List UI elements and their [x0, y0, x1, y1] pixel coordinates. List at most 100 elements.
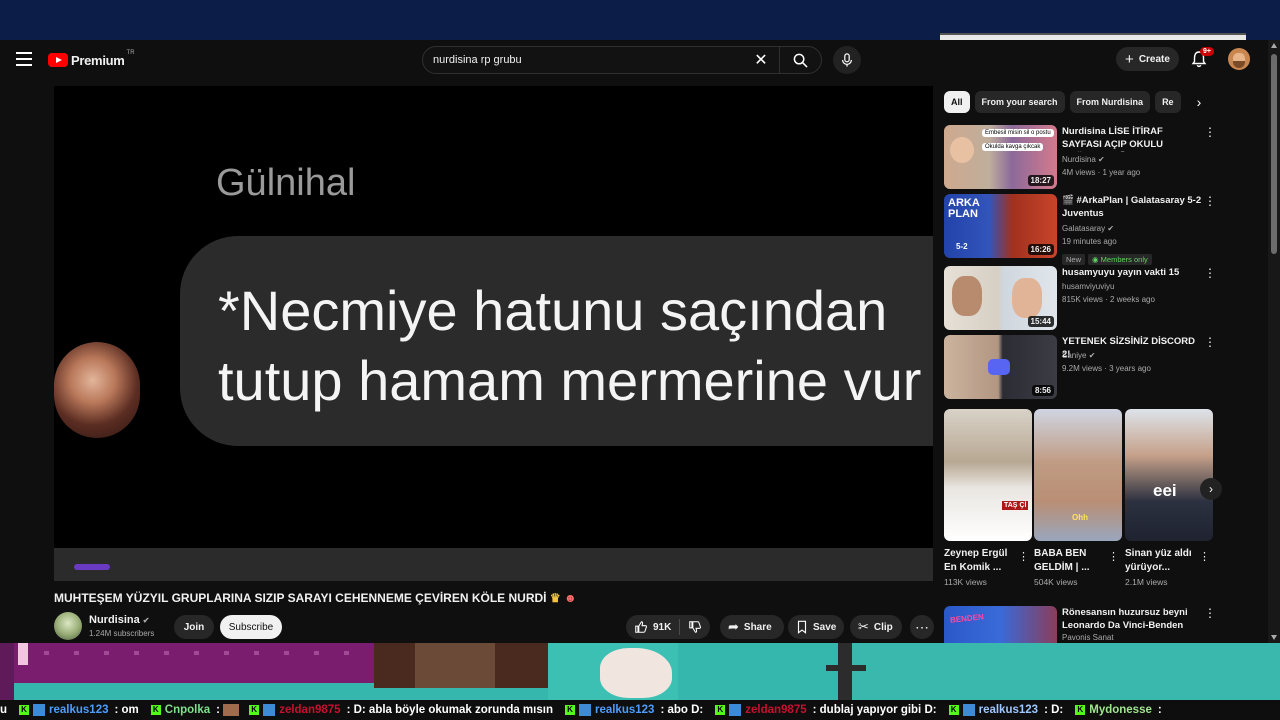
chat-message: abo D:: [667, 704, 704, 716]
recommendation-item[interactable]: BENDEN Rönesansın huzursuz beyni Leonard…: [944, 606, 1220, 643]
more-options-icon[interactable]: ⋮: [1108, 550, 1119, 563]
kick-badge-icon: K: [150, 704, 161, 715]
purple-accent: [74, 564, 110, 570]
channel-name-text[interactable]: Nurdisina: [89, 614, 140, 626]
youtube-premium-logo[interactable]: Premium TR: [48, 50, 135, 70]
short-title[interactable]: Sinan yüz aldı yürüyor...: [1125, 547, 1199, 575]
shorts-next-icon[interactable]: ›: [1200, 478, 1222, 500]
scrollbar-thumb[interactable]: [1271, 54, 1277, 254]
more-options-icon[interactable]: ⋮: [1204, 335, 1216, 349]
join-button[interactable]: Join: [174, 615, 214, 639]
video-title[interactable]: husamyuyu yayın vakti 15: [1062, 266, 1202, 279]
video-thumbnail[interactable]: Embesil misin sil o postu Okulda kavga ç…: [944, 125, 1057, 189]
channel-name[interactable]: Nurdisina ✔: [1062, 155, 1105, 164]
short-thumbnail[interactable]: TAŞ Çİ: [944, 409, 1032, 541]
scroll-down-icon[interactable]: [1271, 635, 1277, 640]
short-overlay-text: TAŞ Çİ: [1002, 501, 1029, 510]
channel-name[interactable]: Galatasaray ✔: [1062, 224, 1114, 233]
page-scrollbar[interactable]: [1268, 40, 1280, 643]
video-meta: 815K views · 2 weeks ago: [1062, 295, 1155, 304]
channel-name-text[interactable]: Nurdisina: [1062, 155, 1096, 164]
video-thumbnail[interactable]: 8:56: [944, 335, 1057, 399]
video-thumbnail[interactable]: BENDEN: [944, 606, 1057, 643]
short-thumbnail[interactable]: eei: [1125, 409, 1213, 541]
clip-button-inner[interactable]: ✂ Clip: [850, 615, 901, 639]
more-options-icon[interactable]: ⋮: [1204, 606, 1216, 620]
channel-name-text[interactable]: Saniye: [1062, 351, 1086, 360]
thumb-caption: BENDEN: [949, 612, 985, 625]
search-input[interactable]: nurdisina rp grubu: [433, 54, 751, 66]
chat-sender-name: Gülnihal: [216, 162, 356, 204]
chip-related[interactable]: Re: [1155, 91, 1181, 113]
more-options-icon[interactable]: ⋮: [1204, 194, 1216, 208]
search-button[interactable]: [779, 47, 821, 73]
more-options-icon[interactable]: ⋮: [1018, 550, 1029, 563]
video-thumbnail[interactable]: 15:44: [944, 266, 1057, 330]
channel-avatar[interactable]: [54, 612, 82, 640]
short-title[interactable]: Zeynep Ergül En Komik ...: [944, 547, 1018, 575]
video-meta: 19 minutes ago: [1062, 237, 1117, 246]
search-box[interactable]: nurdisina rp grubu ✕: [422, 46, 822, 74]
video-title[interactable]: 🎬 #ArkaPlan | Galatasaray 5-2 Juventus: [1062, 194, 1202, 220]
video-thumbnail[interactable]: ARKA PLAN 5-2 16:26: [944, 194, 1057, 258]
stream-chat-ticker: u Krealkus123: om K Cnpolka: Kzeldan9875: D…: [0, 700, 1280, 720]
chevron-right-icon[interactable]: ›: [1190, 91, 1208, 113]
more-options-icon[interactable]: ⋮: [1204, 125, 1216, 139]
share-button-inner[interactable]: ➦ Share: [720, 615, 780, 639]
recommendation-item[interactable]: ARKA PLAN 5-2 16:26 🎬 #ArkaPlan | Galata…: [944, 194, 1220, 265]
channel-name[interactable]: Nurdisina ✔: [89, 614, 149, 626]
short-item[interactable]: eei Sinan yüz aldı yürüyor... ⋮ 2.1M vie…: [1125, 409, 1213, 594]
chat-message: D: abla böyle okumak zorunda mısın: [353, 704, 553, 716]
scroll-up-icon[interactable]: [1271, 43, 1277, 48]
recommendation-item[interactable]: Embesil misin sil o postu Okulda kavga ç…: [944, 125, 1220, 189]
user-badge-icon: [33, 703, 46, 716]
short-thumbnail[interactable]: Ohh: [1034, 409, 1122, 541]
channel-name[interactable]: Saniye ✔: [1062, 351, 1095, 360]
save-label: Save: [813, 621, 837, 633]
clip-button[interactable]: ✂ Clip: [850, 615, 902, 639]
recommendation-item[interactable]: 8:56 YETENEK SİZSİNİZ DİSCORD 2! Saniye …: [944, 335, 1220, 399]
channel-name-text[interactable]: Galatasaray: [1062, 224, 1105, 233]
share-arrow-icon: ➦: [728, 619, 739, 634]
video-title-text: MUHTEŞEM YÜZYIL GRUPLARINA SIZIP SARAYI …: [54, 591, 547, 605]
masthead: Premium TR nurdisina rp grubu ✕ + Create …: [0, 40, 1268, 80]
dislike-button[interactable]: [680, 615, 710, 639]
video-meta: 4M views · 1 year ago: [1062, 168, 1141, 177]
create-button[interactable]: + Create: [1116, 47, 1179, 71]
video-title[interactable]: Rönesansın huzursuz beyni Leonardo Da Vi…: [1062, 606, 1202, 633]
recommendation-item[interactable]: 15:44 husamyuyu yayın vakti 15 husamviyu…: [944, 266, 1220, 330]
more-options-icon[interactable]: ⋮: [1199, 550, 1210, 563]
video-player[interactable]: Gülnihal *Necmiye hatunu saçından tutup …: [54, 86, 933, 581]
more-options-icon[interactable]: ⋮: [1204, 266, 1216, 280]
short-item[interactable]: Ohh BABA BEN GELDİM | ... ⋮ 504K views: [1034, 409, 1122, 594]
notifications-button[interactable]: 9+: [1190, 47, 1214, 70]
logo-country: TR: [126, 50, 135, 56]
save-button[interactable]: Save: [788, 615, 844, 639]
channel-name[interactable]: Pavonis Sanat: [1062, 633, 1114, 642]
more-actions-icon[interactable]: ⋯: [910, 615, 934, 639]
video-title[interactable]: Nurdisina LİSE İTİRAF SAYFASI AÇIP OKULU…: [1062, 125, 1202, 152]
short-item[interactable]: TAŞ Çİ Zeynep Ergül En Komik ... ⋮ 113K …: [944, 409, 1032, 594]
clear-search-icon[interactable]: ✕: [751, 50, 771, 70]
chip-all[interactable]: All: [944, 91, 970, 113]
kick-badge-icon: K: [715, 704, 726, 715]
stream-game-area: [0, 643, 1280, 700]
verified-icon: ✔: [142, 616, 150, 625]
subscribe-button[interactable]: Subscribe: [220, 615, 282, 639]
short-title[interactable]: BABA BEN GELDİM | ...: [1034, 547, 1108, 575]
short-overlay-text: Ohh: [1072, 513, 1088, 522]
voice-search-button[interactable]: [833, 46, 861, 74]
like-button[interactable]: 91K: [626, 615, 679, 639]
chip-from-channel[interactable]: From Nurdisina: [1069, 91, 1151, 113]
share-button[interactable]: ➦ Share: [720, 615, 784, 639]
chat-user: zeldan9875: [279, 704, 341, 716]
save-button-inner[interactable]: Save: [788, 615, 844, 639]
menu-icon[interactable]: [16, 52, 32, 66]
filter-chips: All From your search From Nurdisina Re: [944, 91, 1209, 113]
glove-character: [600, 648, 672, 698]
channel-name[interactable]: husamviyuviyu: [1062, 282, 1114, 291]
chip-from-search[interactable]: From your search: [974, 91, 1065, 113]
thumb-caption-2: Okulda kavga çıkcak: [982, 143, 1044, 151]
emote-icon: [223, 703, 240, 716]
account-avatar[interactable]: [1228, 48, 1250, 70]
